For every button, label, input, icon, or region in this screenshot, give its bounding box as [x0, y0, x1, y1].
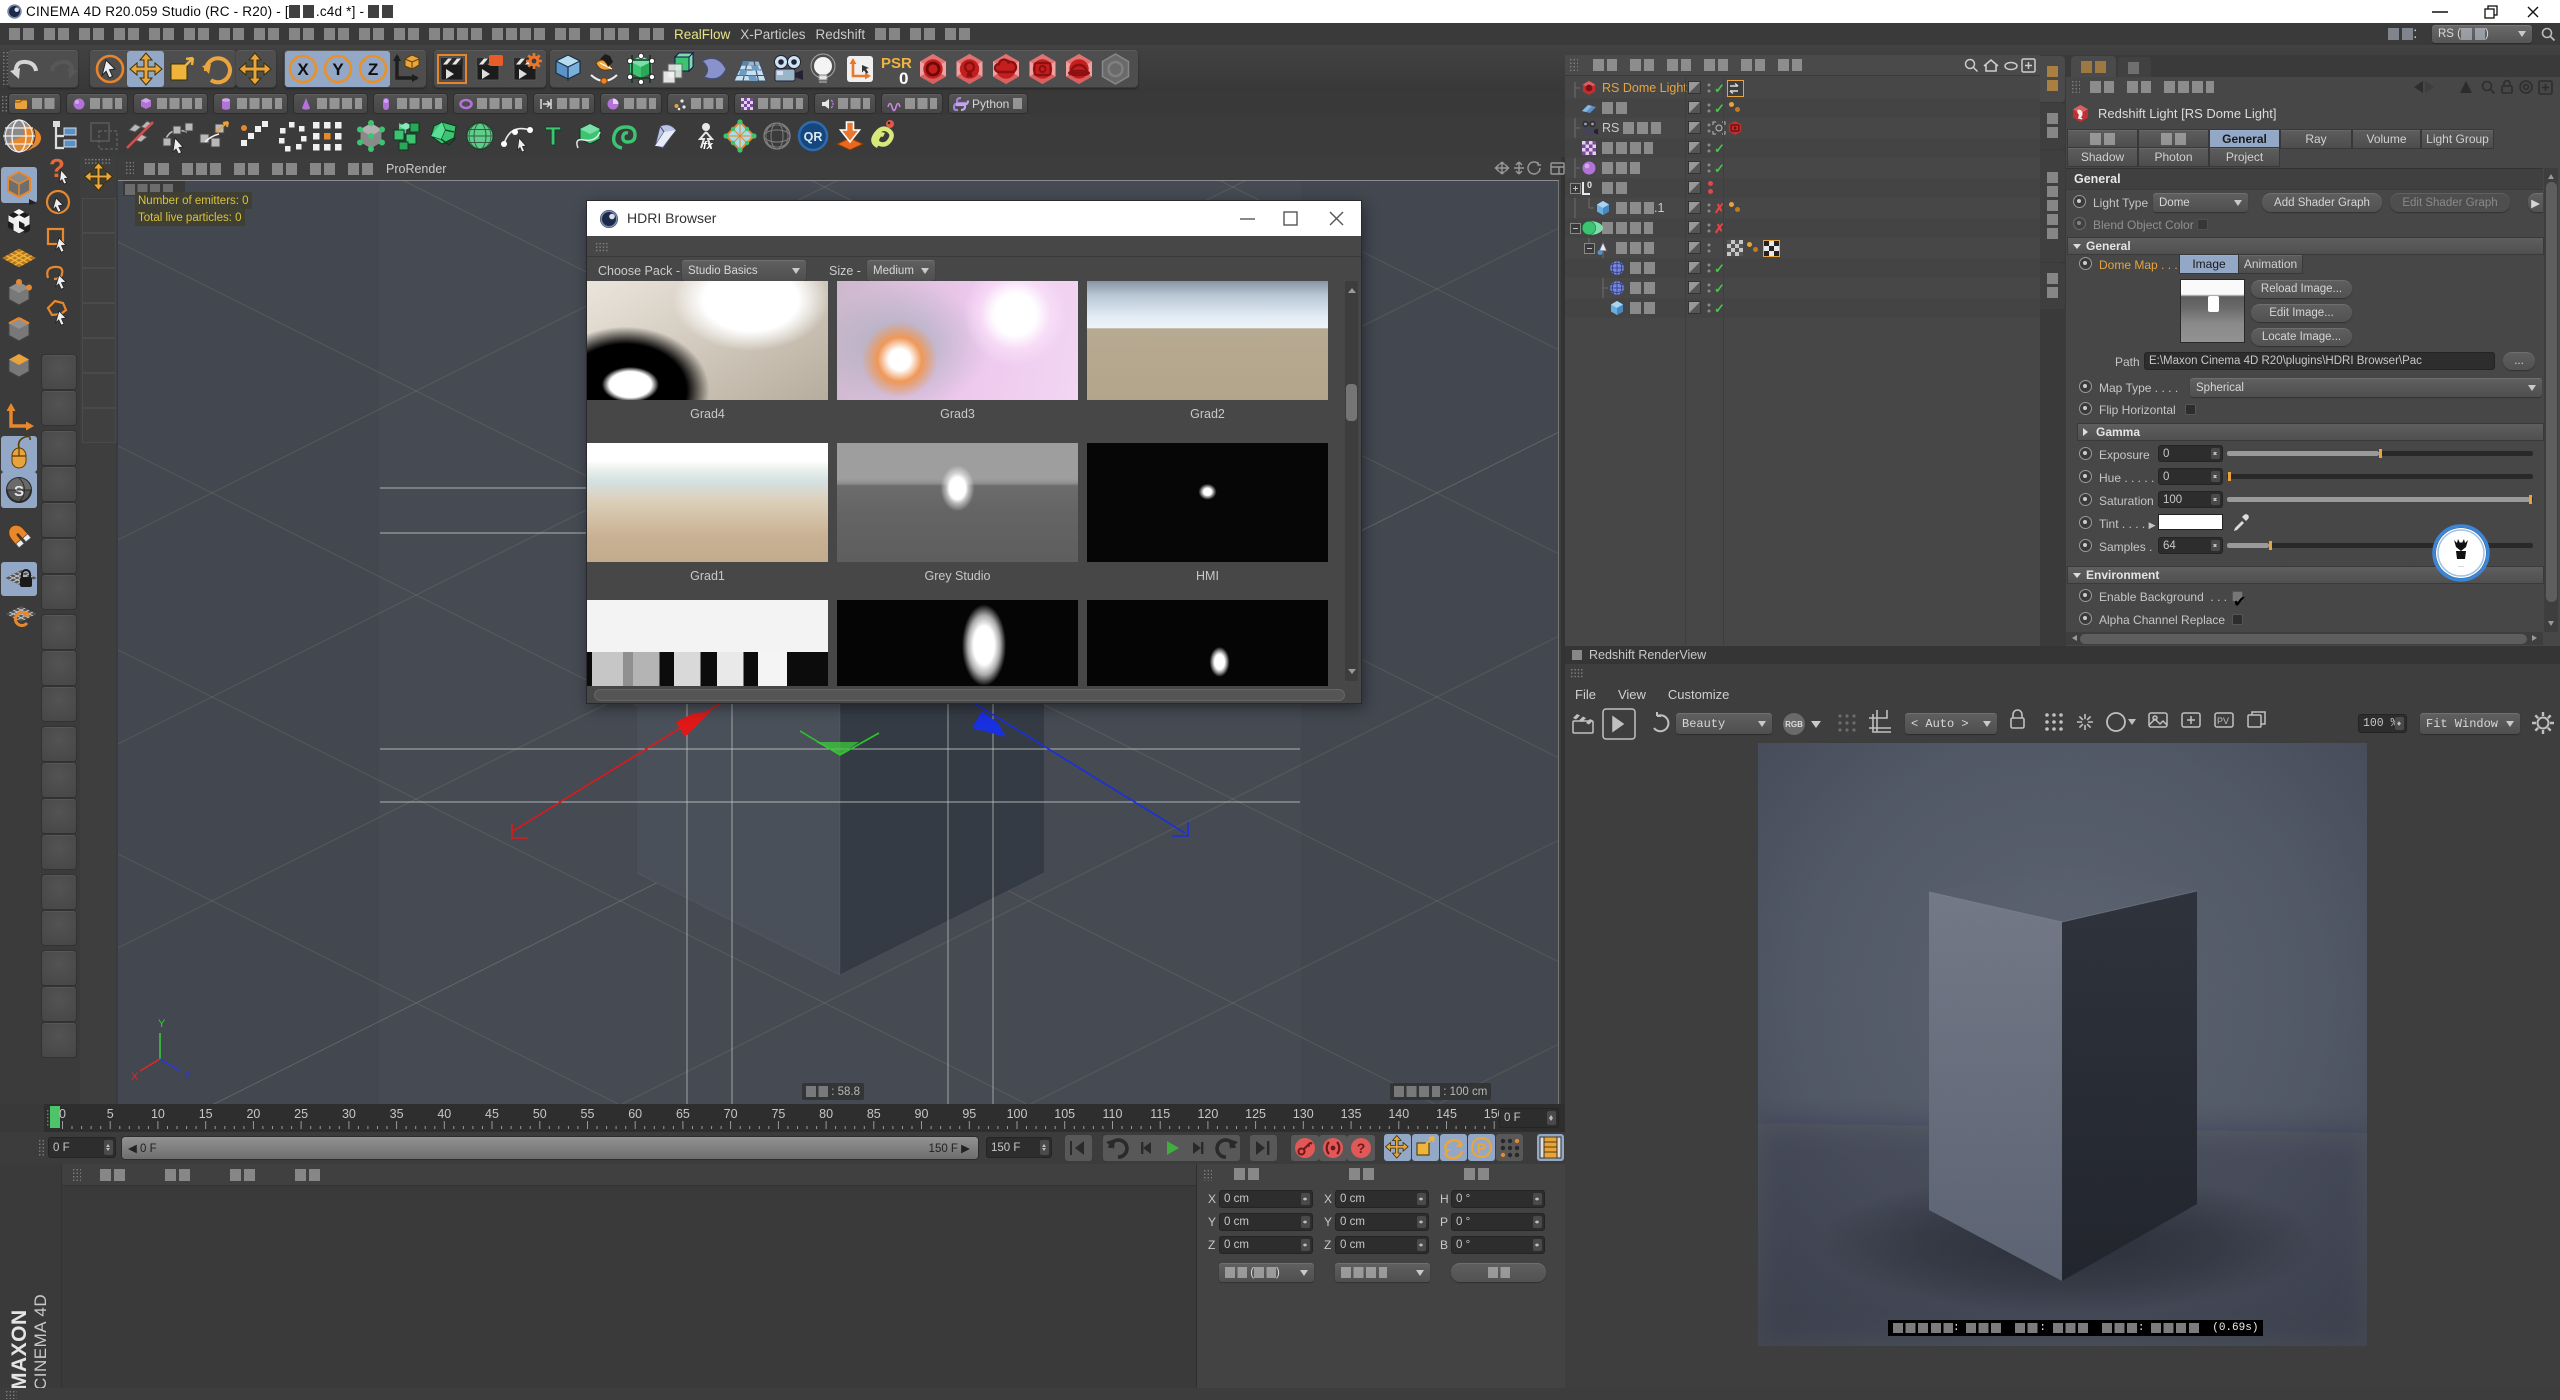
svg-text:110: 110 [1103, 1107, 1123, 1121]
svg-text:X: X [297, 60, 309, 79]
svg-text:35: 35 [390, 1107, 404, 1121]
svg-text:Z: Z [368, 60, 378, 79]
svg-text:5: 5 [107, 1107, 114, 1121]
svg-text:125: 125 [1245, 1107, 1266, 1121]
svg-text:PV: PV [2217, 716, 2229, 726]
svg-text:15: 15 [199, 1107, 213, 1121]
svg-text:25: 25 [294, 1107, 308, 1121]
svg-text:45: 45 [485, 1107, 499, 1121]
svg-text:70: 70 [724, 1107, 738, 1121]
svg-text:?: ? [1357, 1140, 1366, 1156]
svg-text:Y: Y [158, 1018, 166, 1030]
svg-text:120: 120 [1197, 1107, 1218, 1121]
svg-text:140: 140 [1388, 1107, 1409, 1121]
svg-text:55: 55 [581, 1107, 595, 1121]
svg-text:fx: fx [703, 140, 714, 152]
svg-text:0: 0 [1587, 180, 1592, 190]
svg-text:100: 100 [1007, 1107, 1028, 1121]
svg-text:QR: QR [804, 130, 823, 144]
svg-text:X: X [131, 1071, 139, 1083]
svg-text:90: 90 [915, 1107, 929, 1121]
svg-text:105: 105 [1054, 1107, 1075, 1121]
svg-text:Y: Y [332, 60, 344, 79]
svg-text:30: 30 [342, 1107, 356, 1121]
svg-text:95: 95 [962, 1107, 976, 1121]
svg-text:85: 85 [867, 1107, 881, 1121]
svg-text:130: 130 [1293, 1107, 1314, 1121]
svg-text:145: 145 [1436, 1107, 1457, 1121]
svg-text:Z: Z [184, 1071, 191, 1083]
svg-text:115: 115 [1150, 1107, 1170, 1121]
svg-text:60: 60 [628, 1107, 642, 1121]
svg-text:135: 135 [1341, 1107, 1362, 1121]
svg-text:10: 10 [151, 1107, 165, 1121]
svg-text:···: ··· [2458, 564, 2464, 570]
svg-text:80: 80 [819, 1107, 833, 1121]
svg-text:75: 75 [771, 1107, 785, 1121]
svg-text:65: 65 [676, 1107, 690, 1121]
svg-text:T: T [545, 121, 561, 151]
svg-text:20: 20 [246, 1107, 260, 1121]
svg-text:0: 0 [899, 69, 908, 88]
svg-text:P: P [1477, 1140, 1486, 1156]
svg-text:0: 0 [59, 1107, 66, 1121]
svg-text:50: 50 [533, 1107, 547, 1121]
svg-text:40: 40 [437, 1107, 451, 1121]
